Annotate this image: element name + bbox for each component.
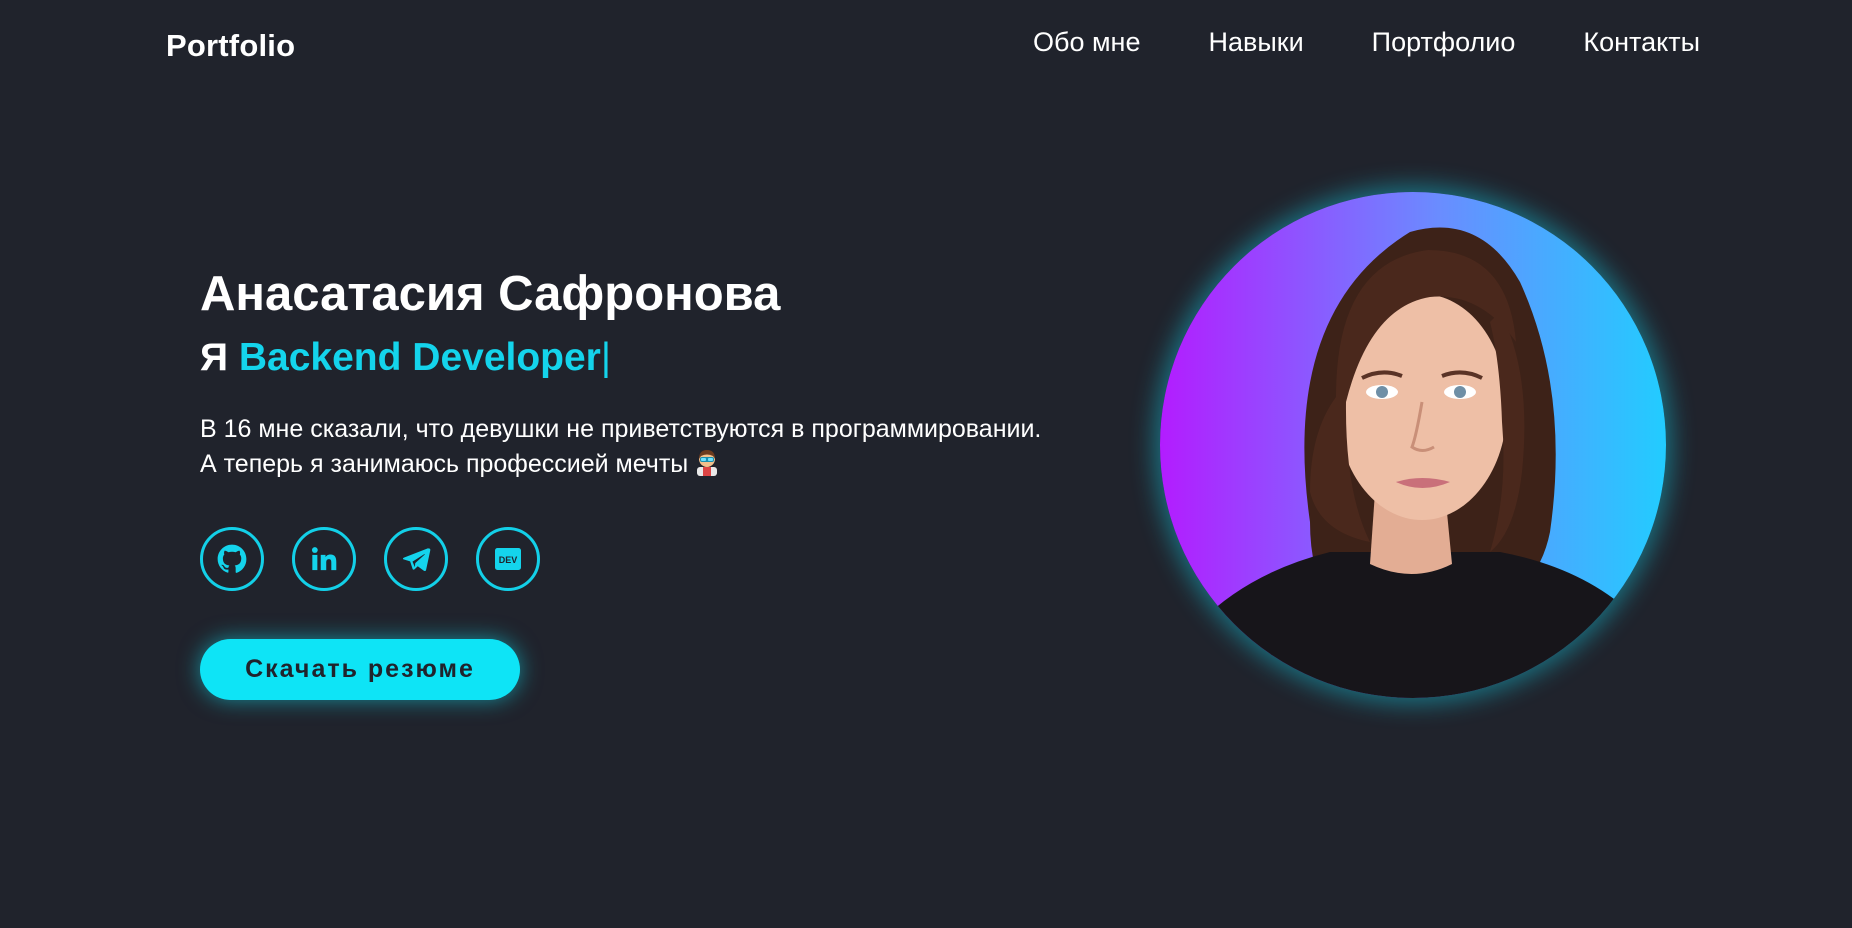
profile-avatar (1160, 192, 1666, 698)
role-prefix: Я (200, 336, 229, 379)
hero-bio: В 16 мне сказали, что девушки не приветс… (200, 412, 1100, 482)
download-cv-button[interactable]: Скачать резюме (200, 639, 520, 700)
nav-link-contacts[interactable]: Контакты (1583, 27, 1700, 58)
woman-technologist-icon (694, 448, 720, 476)
nav-link-skills[interactable]: Навыки (1209, 27, 1304, 58)
social-links: DEV (200, 527, 540, 591)
main-nav: Обо мне Навыки Портфолио Контакты (1033, 27, 1700, 58)
bio-line-2-wrap: А теперь я занимаюсь профессией мечты (200, 447, 1100, 482)
site-logo[interactable]: Portfolio (166, 28, 295, 64)
dev-link[interactable]: DEV (476, 527, 540, 591)
bio-line-2: А теперь я занимаюсь профессией мечты (200, 450, 689, 478)
telegram-link[interactable] (384, 527, 448, 591)
bio-line-1: В 16 мне сказали, что девушки не приветс… (200, 415, 1042, 443)
typing-cursor: | (600, 336, 612, 379)
profile-photo (1160, 227, 1666, 698)
linkedin-icon (310, 545, 338, 573)
github-icon (217, 544, 247, 574)
site-header: Portfolio Обо мне Навыки Портфолио Конта… (0, 0, 1852, 92)
hero-role: Я Backend Developer| (200, 334, 1100, 382)
role-title: Backend Developer (238, 336, 601, 379)
hero-intro: Анасатасия Сафронова Я Backend Developer… (200, 262, 1100, 482)
hero-name: Анасатасия Сафронова (200, 267, 781, 321)
nav-link-about[interactable]: Обо мне (1033, 27, 1140, 58)
nav-link-portfolio[interactable]: Портфолио (1372, 27, 1516, 58)
github-link[interactable] (200, 527, 264, 591)
dev-icon: DEV (495, 548, 521, 570)
telegram-icon (401, 544, 431, 574)
svg-text:DEV: DEV (499, 555, 518, 565)
linkedin-link[interactable] (292, 527, 356, 591)
